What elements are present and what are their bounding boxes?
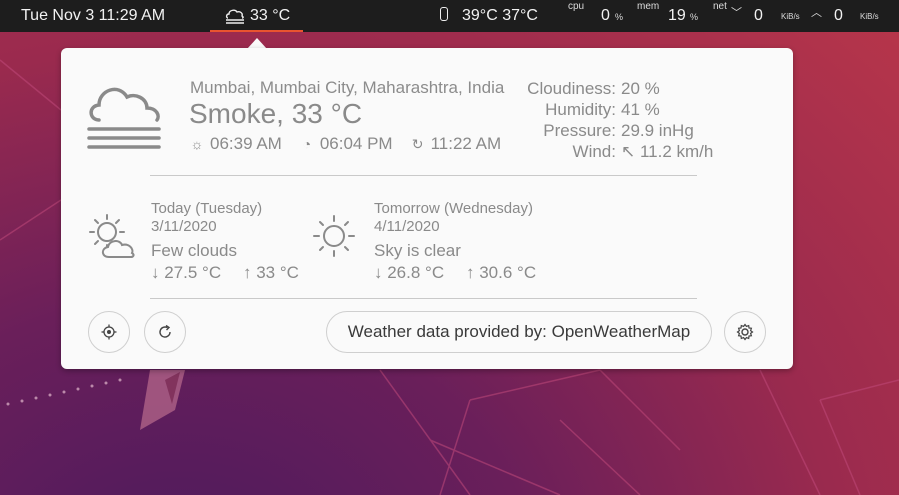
forecast-today-date: 3/11/2020 — [151, 218, 217, 235]
net-up-icon: ︿ — [811, 7, 822, 19]
cloudiness-value: 20 % — [621, 79, 660, 98]
sunrise-icon: ☼ — [190, 136, 204, 152]
sensors-indicator[interactable]: 39°C 37°C — [440, 0, 538, 32]
locate-button[interactable] — [88, 311, 130, 353]
cpu-unit: % — [615, 12, 624, 22]
mem-label: mem — [637, 1, 660, 12]
forecast-tomorrow-day: Tomorrow (Wednesday) — [374, 200, 533, 217]
pressure-value: 29.9 inHg — [621, 121, 694, 140]
forecast-today-condition: Few clouds — [151, 241, 237, 260]
fog-icon-large — [87, 87, 161, 149]
gear-icon — [736, 323, 754, 341]
wind-label: Wind: — [572, 142, 616, 161]
current-condition: Smoke, 33 °C — [189, 98, 363, 129]
net-down-value: 0 — [754, 7, 763, 24]
thermometer-icon — [440, 7, 448, 21]
mem-unit: % — [690, 12, 699, 22]
forecast-tomorrow-low: ↓ 26.8 °C — [374, 263, 445, 282]
sunrise-time: 06:39 AM — [210, 134, 282, 153]
cloudiness-label: Cloudiness: — [527, 79, 616, 98]
wind-value: ↖ 11.2 km/h — [621, 142, 714, 161]
refresh-button[interactable] — [144, 311, 186, 353]
weather-temp-label: 33 °C — [250, 7, 291, 24]
forecast-today-high: ↑ 33 °C — [243, 263, 299, 282]
net-up-value: 0 — [834, 7, 843, 24]
location-label: Mumbai, Mumbai City, Maharashtra, India — [190, 78, 505, 97]
weather-popup: Mumbai, Mumbai City, Maharashtra, India … — [61, 48, 793, 369]
sunset-icon: ◔ — [302, 136, 312, 152]
mem-value: 19 — [668, 7, 686, 24]
stats-labels: Cloudiness: Humidity: Pressure: Wind: — [496, 78, 616, 162]
few-clouds-icon — [89, 214, 135, 258]
cpu-value: 0 — [601, 7, 610, 24]
provider-button[interactable]: Weather data provided by: OpenWeatherMap — [326, 311, 712, 353]
stats-values: 20 % 41 % 29.9 inHg ↖ 11.2 km/h — [621, 78, 713, 162]
forecast-today-day: Today (Tuesday) — [151, 200, 263, 217]
net-up-unit: KiB/s — [860, 12, 879, 21]
sunset-time: 06:04 PM — [319, 134, 393, 153]
net-down-icon: ﹀ — [731, 7, 742, 19]
humidity-value: 41 % — [621, 100, 660, 119]
clock-menu[interactable]: Tue Nov 3 11:29 AM — [21, 0, 165, 32]
net-label: net — [713, 1, 727, 12]
clear-sky-icon — [313, 215, 355, 257]
forecast-tomorrow-date: 4/11/2020 — [374, 218, 440, 235]
weather-indicator[interactable]: 33 °C — [210, 0, 303, 32]
sun-times: ☼ 06:39 AM ◔ 06:04 PM ↻ 11:22 AM — [190, 134, 502, 154]
location-icon — [101, 324, 117, 340]
cpu-label: cpu — [568, 1, 585, 12]
sensors-temps: 39°C 37°C — [462, 7, 538, 24]
last-updated-time: 11:22 AM — [430, 134, 502, 153]
divider-bottom — [150, 298, 697, 299]
humidity-label: Humidity: — [545, 100, 616, 119]
forecast-tomorrow-high: ↑ 30.6 °C — [466, 263, 537, 282]
forecast-tomorrow-condition: Sky is clear — [374, 241, 461, 260]
settings-button[interactable] — [724, 311, 766, 353]
fog-icon — [225, 9, 244, 24]
net-down-unit: KiB/s — [781, 12, 800, 21]
top-bar: Tue Nov 3 11:29 AM 33 °C 39°C 37°C cpu 0… — [0, 0, 899, 32]
divider-top — [150, 175, 697, 176]
refresh-icon — [159, 324, 171, 338]
active-indicator — [210, 30, 303, 32]
updated-icon: ↻ — [411, 136, 424, 152]
forecast-today-low: ↓ 27.5 °C — [151, 263, 222, 282]
pressure-label: Pressure: — [543, 121, 616, 140]
